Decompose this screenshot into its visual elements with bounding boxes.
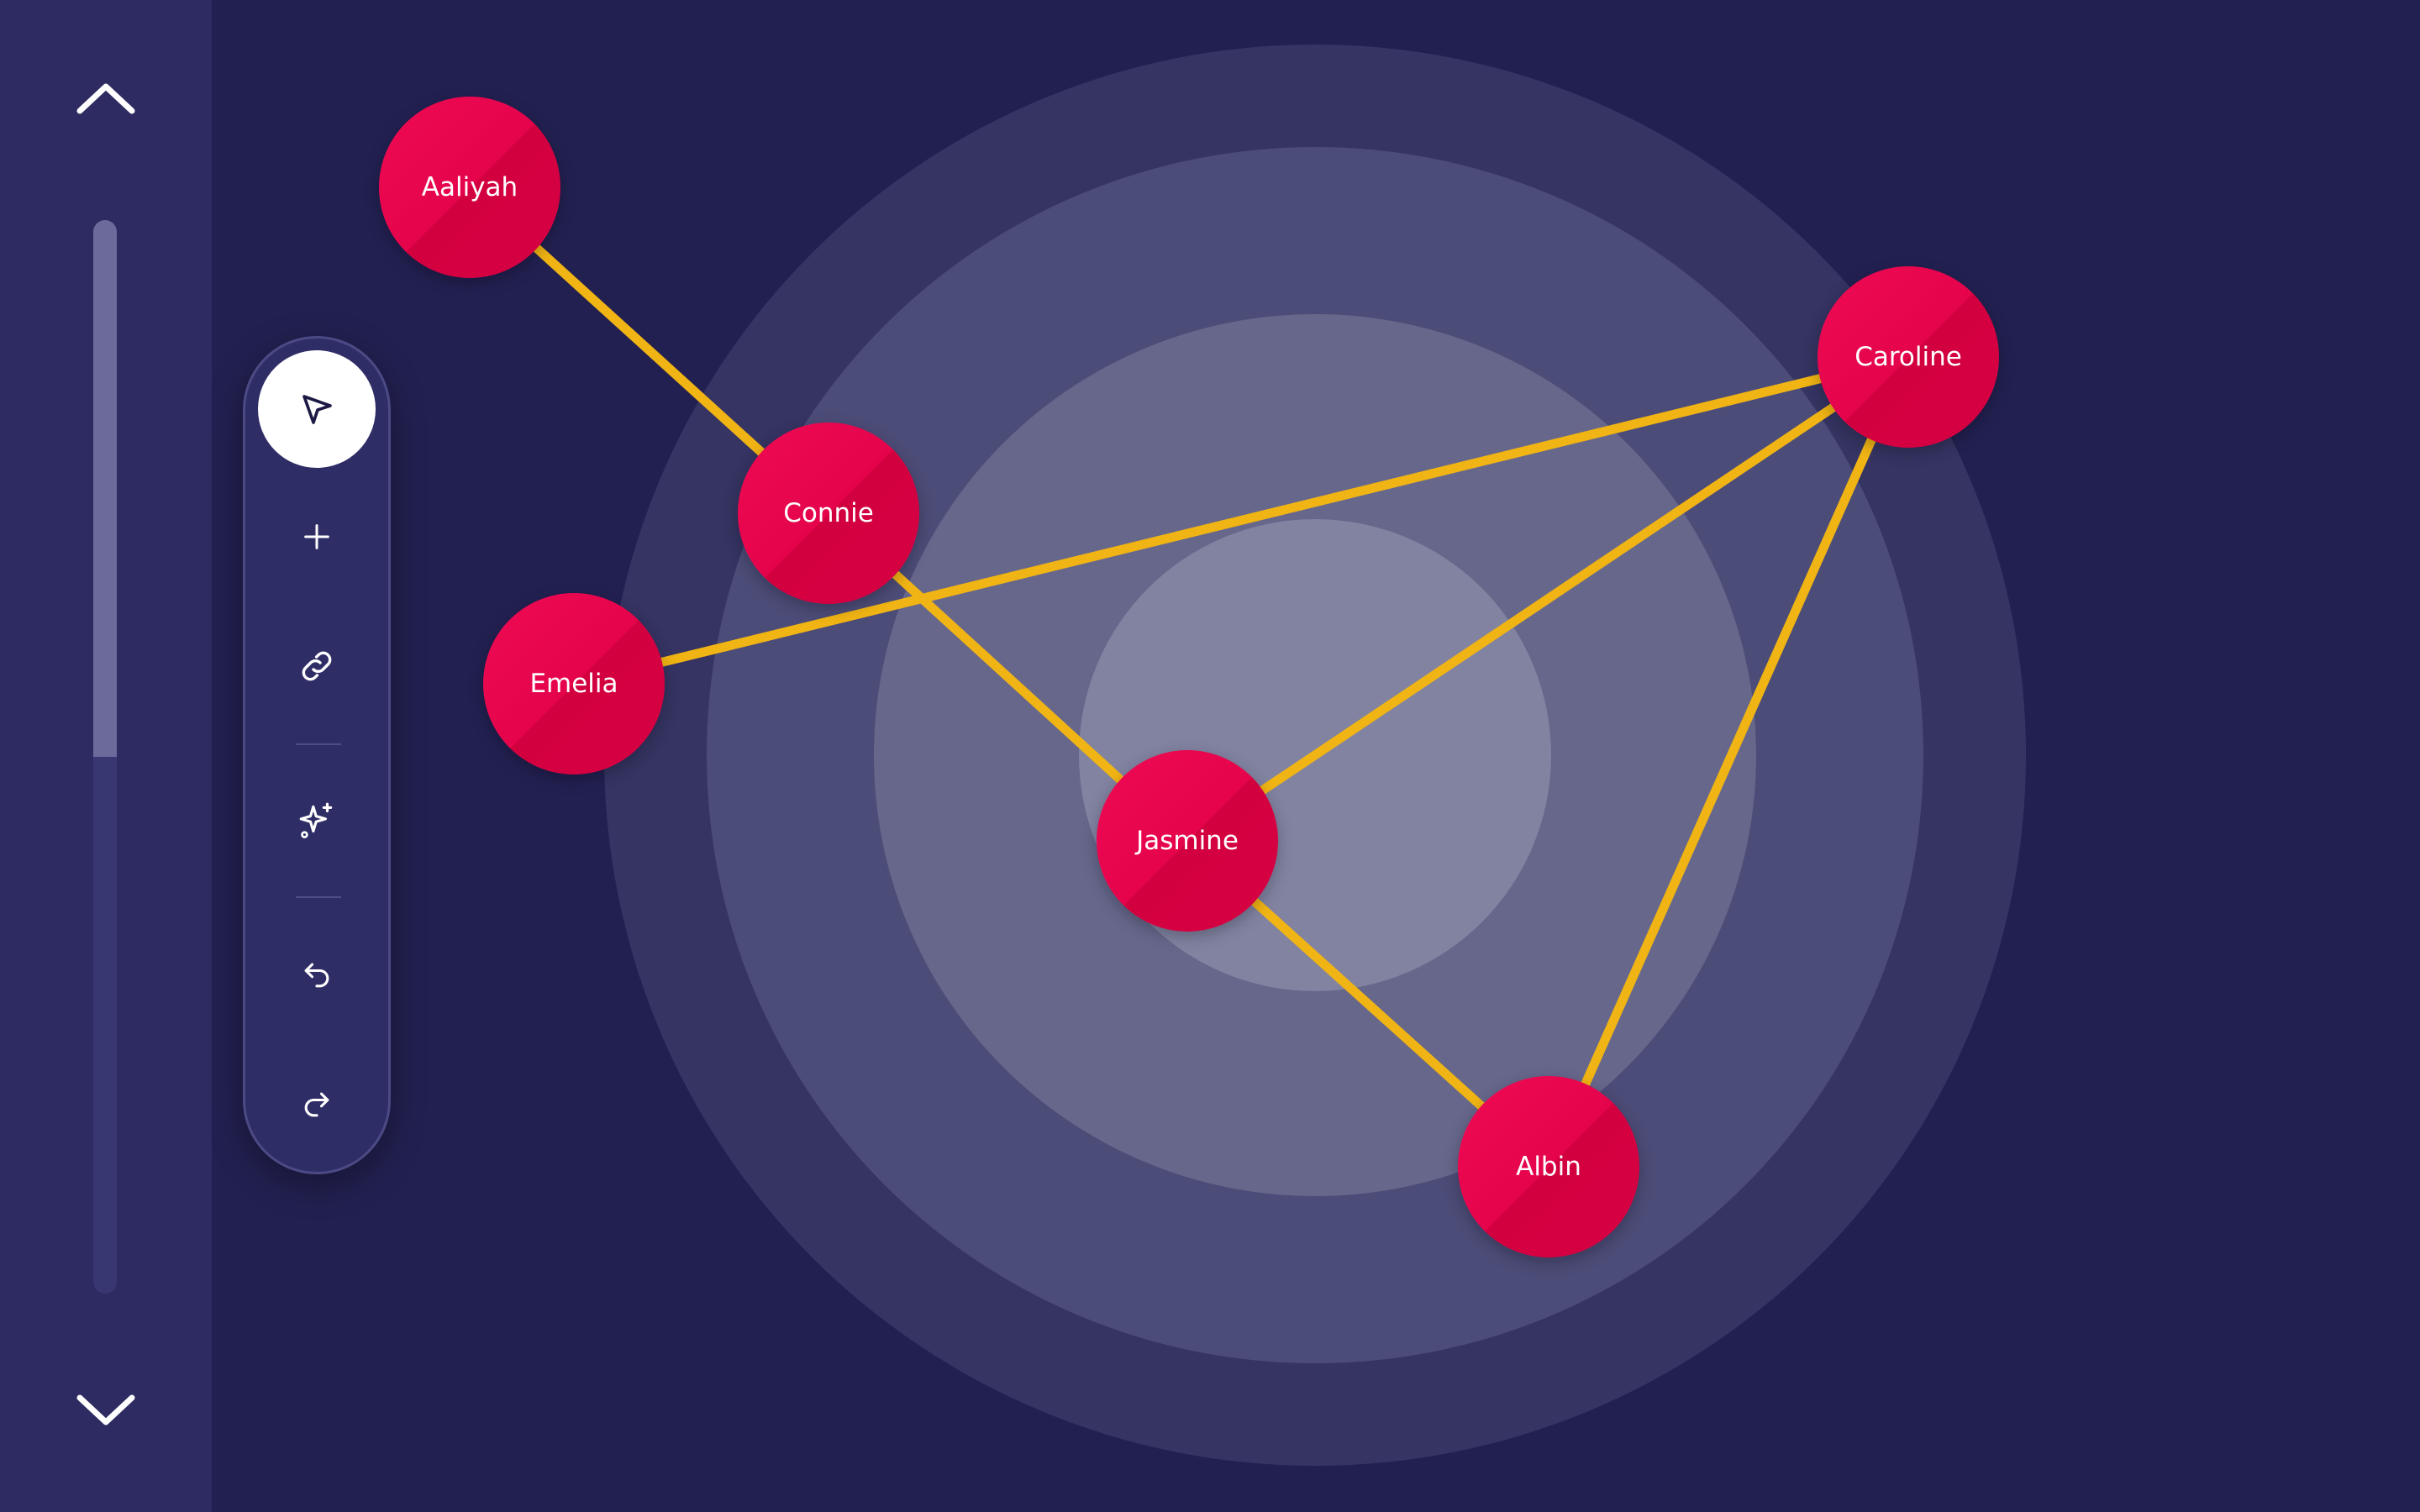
cursor-arrow-icon xyxy=(302,395,332,424)
node-aaliyah[interactable]: Aaliyah xyxy=(379,97,560,278)
scroll-up-button[interactable] xyxy=(64,55,148,139)
redo-icon xyxy=(304,1092,329,1117)
node-caroline[interactable]: Caroline xyxy=(1818,266,1999,448)
graph-canvas[interactable]: Aaliyah Connie Emelia Jasmine Caroline Albin xyxy=(212,0,2420,1512)
node-label: Caroline xyxy=(1854,342,1962,372)
redo-button[interactable] xyxy=(258,1046,376,1163)
toolbar-divider xyxy=(296,743,341,745)
scroll-rail xyxy=(0,0,212,1512)
node-connie[interactable]: Connie xyxy=(738,423,919,604)
link-icon xyxy=(302,651,332,681)
undo-button[interactable] xyxy=(258,916,376,1034)
link-tool-button[interactable] xyxy=(258,607,376,725)
toolbar-divider xyxy=(296,896,341,898)
select-tool-button[interactable] xyxy=(258,350,376,468)
plus-icon xyxy=(304,524,329,549)
scrollbar-thumb[interactable] xyxy=(93,220,117,757)
scrollbar-track[interactable] xyxy=(93,220,117,1294)
node-label: Jasmine xyxy=(1136,826,1239,856)
node-label: Albin xyxy=(1516,1152,1581,1182)
add-node-button[interactable] xyxy=(258,478,376,596)
chevron-down-icon xyxy=(76,1394,135,1425)
node-jasmine[interactable]: Jasmine xyxy=(1097,750,1278,932)
node-label: Aaliyah xyxy=(421,172,518,202)
node-albin[interactable]: Albin xyxy=(1458,1076,1639,1257)
scroll-down-button[interactable] xyxy=(64,1369,148,1453)
undo-icon xyxy=(304,963,329,988)
magic-tool-button[interactable] xyxy=(258,762,376,879)
chevron-up-icon xyxy=(76,83,135,114)
tool-palette xyxy=(243,336,391,1174)
app-window: Aaliyah Connie Emelia Jasmine Caroline Albin xyxy=(0,0,2420,1512)
node-emelia[interactable]: Emelia xyxy=(483,593,665,774)
node-label: Connie xyxy=(783,498,874,528)
node-label: Emelia xyxy=(529,669,618,699)
sparkles-icon xyxy=(299,802,333,838)
